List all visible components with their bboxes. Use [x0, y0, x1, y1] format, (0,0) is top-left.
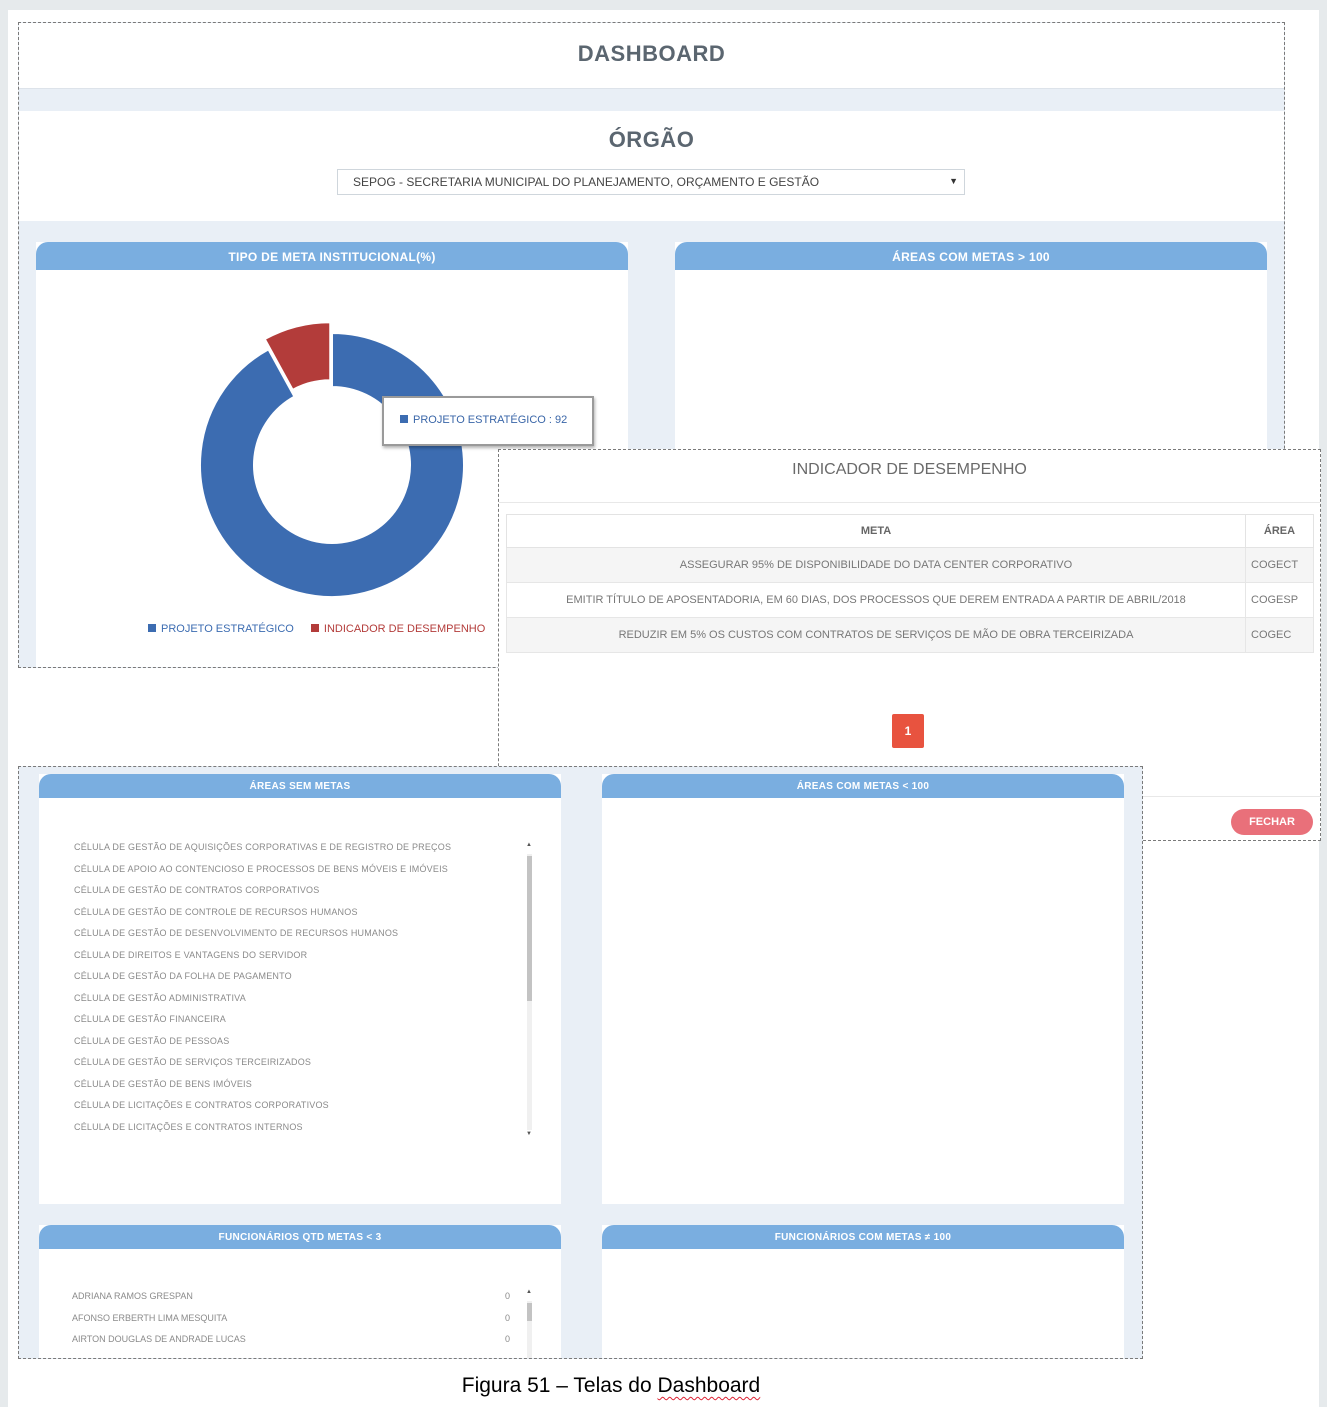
employee-name: ADRIANA RAMOS GRESPAN [72, 1291, 193, 1301]
employee-count: 0 [505, 1312, 511, 1323]
list-item: CÉLULA DE GESTÃO ADMINISTRATIVA [74, 992, 246, 1003]
panel-areas-menor-100: ÁREAS COM METAS < 100 [602, 774, 1124, 1204]
list-item: ADRIANA RAMOS GRESPAN 0 [72, 1291, 522, 1313]
employee-name: AIRTON DOUGLAS DE ANDRADE LUCAS [72, 1334, 246, 1344]
top-margin [0, 0, 1327, 10]
list-item: AFONSO ERBERTH LIMA MESQUITA 0 [72, 1313, 522, 1335]
modal-divider [499, 502, 1320, 503]
scrollbar[interactable]: ▲ ▼ [524, 842, 534, 1140]
org-select-value: SEPOG - SECRETARIA MUNICIPAL DO PLANEJAM… [353, 175, 820, 189]
scroll-thumb[interactable] [527, 856, 532, 1001]
legend-item-indicador[interactable]: INDICADOR DE DESEMPENHO [310, 623, 486, 635]
list-item: CÉLULA DE GESTÃO DE CONTROLE DE RECURSOS… [74, 906, 358, 917]
list-item: CÉLULA DE GESTÃO DE SERVIÇOS TERCEIRIZAD… [74, 1057, 312, 1067]
chevron-down-icon[interactable]: ▼ [949, 176, 958, 186]
panel-func-metas-100-title: FUNCIONÁRIOS COM METAS ≠ 100 [602, 1225, 1124, 1249]
dashboard-header: DASHBOARD [19, 23, 1284, 89]
dashboard-screen-lower: ÁREAS SEM METAS CÉLULA DE GESTÃO DE AQUI… [18, 766, 1143, 1359]
modal-title: INDICADOR DE DESEMPENHO [792, 461, 1027, 478]
employee-count: 0 [505, 1334, 511, 1344]
chart-legend: PROJETO ESTRATÉGICO INDICADOR DE DESEMPE… [148, 623, 499, 635]
list-item: CÉLULA DE GESTÃO DA FOLHA DE PAGAMENTO [74, 971, 292, 981]
areas-sem-metas-list[interactable]: CÉLULA DE GESTÃO DE AQUISIÇÕES CORPORATI… [74, 842, 524, 1143]
donut-slice-projeto-estrategico[interactable] [199, 331, 465, 598]
legend-label-projeto: PROJETO ESTRATÉGICO [161, 623, 294, 635]
chart-tooltip: PROJETO ESTRATÉGICO : 92 [382, 396, 594, 446]
table-row[interactable]: ASSEGURAR 95% DE DISPONIBILIDADE DO DATA… [506, 547, 1314, 583]
tooltip-swatch [400, 415, 408, 423]
list-item: CÉLULA DE GESTÃO DE AQUISIÇÕES CORPORATI… [74, 842, 452, 852]
cell-meta: ASSEGURAR 95% DE DISPONIBILIDADE DO DATA… [506, 547, 1246, 583]
org-section: ÓRGÃO SEPOG - SECRETARIA MUNICIPAL DO PL… [19, 111, 1284, 221]
list-item: CÉLULA DE GESTÃO DE BENS IMÓVEIS [74, 1078, 252, 1089]
list-item: CÉLULA DE GESTÃO DE PESSOAS [74, 1035, 230, 1046]
list-item: CÉLULA DE GESTÃO DE DESENVOLVIMENTO DE R… [74, 928, 399, 938]
cell-area: COGECT [1245, 547, 1314, 583]
list-item: AIRTON DOUGLAS DE ANDRADE LUCAS 0 [72, 1334, 522, 1356]
org-select[interactable]: SEPOG - SECRETARIA MUNICIPAL DO PLANEJAM… [337, 169, 965, 195]
list-item: CÉLULA DE GESTÃO DE CONTRATOS CORPORATIV… [74, 885, 320, 895]
figure-caption: Figura 51 – Telas do Dashboard [0, 1374, 1222, 1398]
pagination-page-button[interactable]: 1 [892, 714, 924, 748]
tooltip-text: PROJETO ESTRATÉGICO : 92 [413, 414, 568, 426]
panel-areas-maior-100-title: ÁREAS COM METAS > 100 [675, 242, 1267, 270]
left-margin [0, 0, 8, 1407]
panel-func-qtd-metas: FUNCIONÁRIOS QTD METAS < 3 ADRIANA RAMOS… [39, 1225, 561, 1358]
panel-func-metas-100: FUNCIONÁRIOS COM METAS ≠ 100 [602, 1225, 1124, 1358]
panel-areas-sem-metas: ÁREAS SEM METAS CÉLULA DE GESTÃO DE AQUI… [39, 774, 561, 1204]
list-item: CÉLULA DE APOIO AO CONTENCIOSO E PROCESS… [74, 863, 448, 874]
panel-areas-menor-100-title: ÁREAS COM METAS < 100 [602, 774, 1124, 798]
legend-item-projeto[interactable]: PROJETO ESTRATÉGICO [148, 623, 294, 635]
list-item: CÉLULA DE GESTÃO FINANCEIRA [74, 1014, 226, 1024]
page-title: DASHBOARD [577, 41, 726, 66]
list-item: CÉLULA DE DIREITOS E VANTAGENS DO SERVID… [74, 949, 308, 960]
caption-prefix: Figura 51 – Telas do [461, 1374, 658, 1397]
column-header-area[interactable]: ÁREA [1245, 514, 1314, 548]
panel-areas-sem-metas-title: ÁREAS SEM METAS [39, 774, 561, 798]
table-row[interactable]: REDUZIR EM 5% OS CUSTOS COM CONTRATOS DE… [506, 617, 1314, 653]
cell-meta: EMITIR TÍTULO DE APOSENTADORIA, EM 60 DI… [506, 582, 1246, 618]
column-header-meta[interactable]: META [506, 514, 1246, 548]
employee-count: 0 [505, 1291, 511, 1301]
cell-meta: REDUZIR EM 5% OS CUSTOS COM CONTRATOS DE… [506, 617, 1246, 653]
legend-swatch-projeto [148, 624, 156, 632]
legend-label-indicador: INDICADOR DE DESEMPENHO [323, 623, 486, 635]
org-label: ÓRGÃO [608, 127, 695, 152]
funcionarios-list[interactable]: ADRIANA RAMOS GRESPAN 0 AFONSO ERBERTH L… [72, 1291, 522, 1356]
list-item: CÉLULA DE LICITAÇÕES E CONTRATOS CORPORA… [74, 1100, 329, 1110]
table-row[interactable]: EMITIR TÍTULO DE APOSENTADORIA, EM 60 DI… [506, 582, 1314, 618]
cell-area: COGEC [1245, 617, 1314, 653]
scrollbar[interactable]: ▲ [524, 1289, 534, 1358]
indicador-table: META ÁREA ASSEGURAR 95% DE DISPONIBILIDA… [506, 514, 1314, 653]
cell-area: COGESP [1245, 582, 1314, 618]
scroll-up-icon[interactable]: ▲ [524, 842, 534, 848]
employee-name: AFONSO ERBERTH LIMA MESQUITA [72, 1312, 228, 1323]
list-item: CÉLULA DE LICITAÇÕES E CONTRATOS INTERNO… [74, 1121, 303, 1132]
legend-swatch-indicador [310, 624, 319, 632]
scroll-up-icon[interactable]: ▲ [524, 1289, 534, 1295]
caption-word: Dashboard [657, 1374, 761, 1397]
panel-func-qtd-metas-title: FUNCIONÁRIOS QTD METAS < 3 [39, 1225, 561, 1249]
scroll-thumb[interactable] [527, 1303, 532, 1321]
close-button[interactable]: FECHAR [1231, 809, 1313, 835]
scroll-down-icon[interactable]: ▼ [524, 1131, 534, 1137]
